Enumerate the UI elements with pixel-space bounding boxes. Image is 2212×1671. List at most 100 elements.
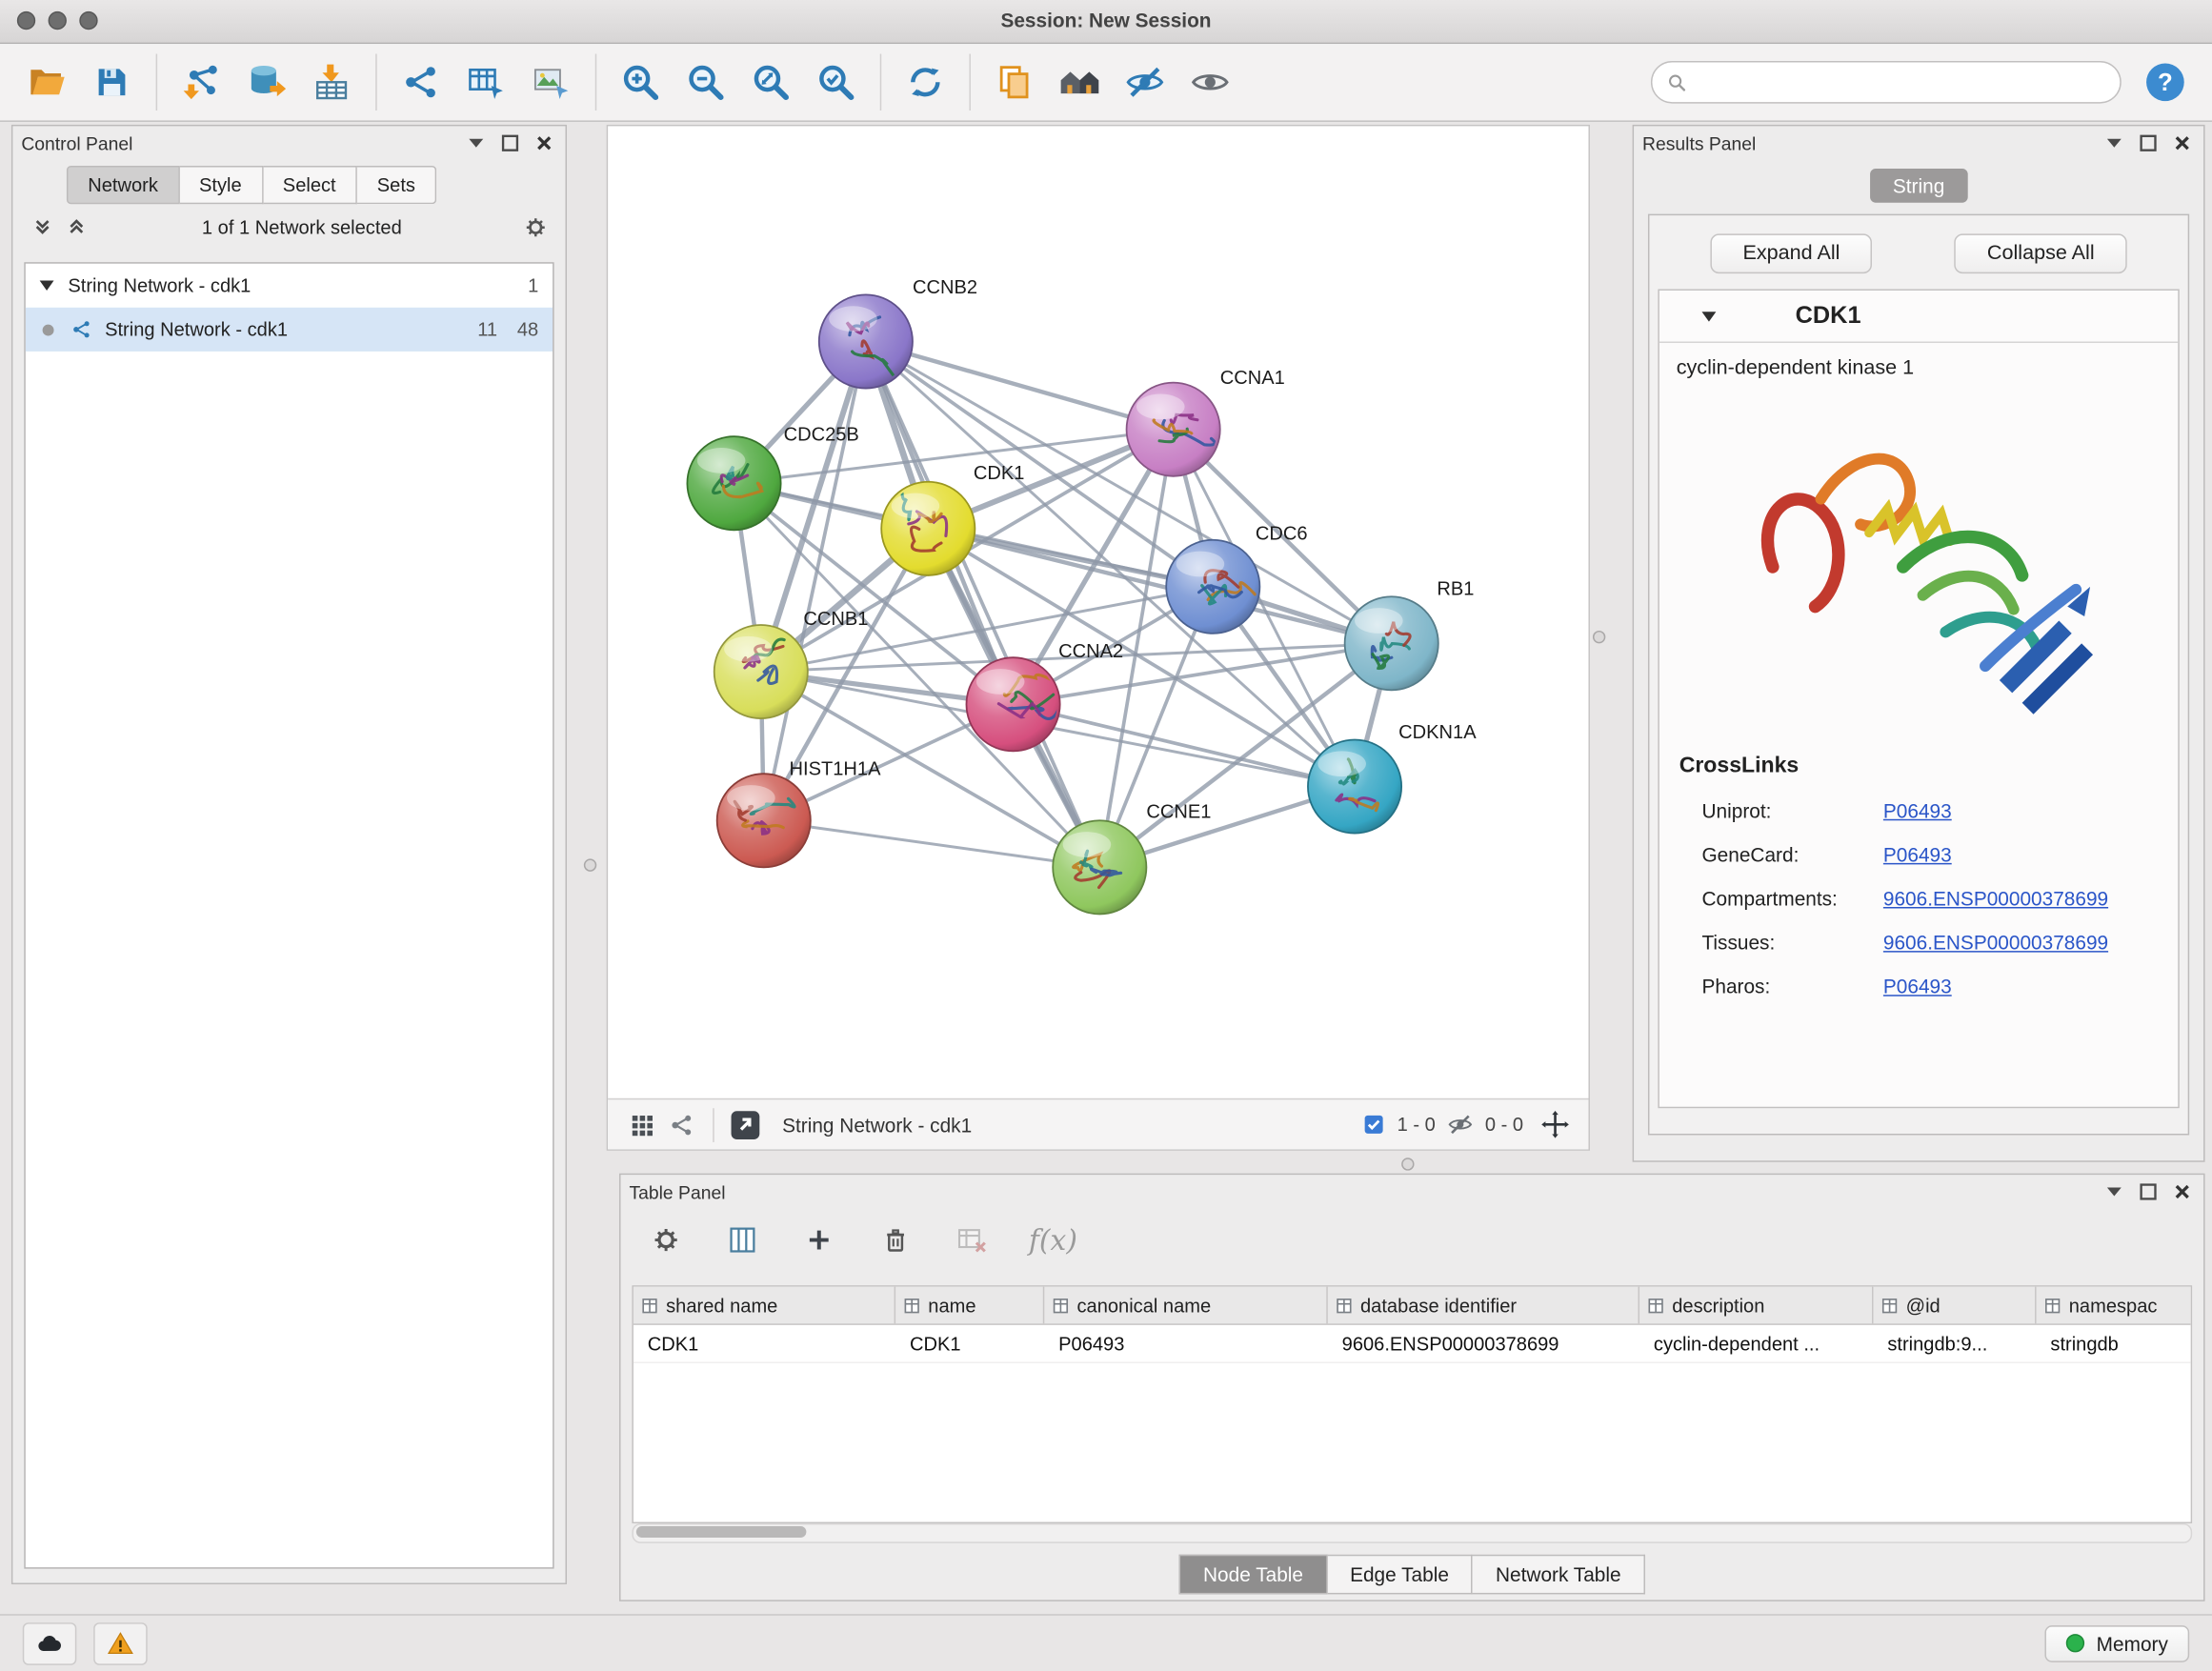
table-row[interactable]: CDK1CDK1P064939606.ENSP00000378699cyclin… (633, 1325, 2191, 1363)
string-network-icon (68, 316, 93, 342)
network-node-ccna1[interactable] (1127, 383, 1220, 476)
tab-edge-table[interactable]: Edge Table (1327, 1555, 1473, 1595)
crosslink-value-link[interactable]: P06493 (1883, 975, 1952, 997)
import-network-database-button[interactable] (233, 50, 298, 114)
zoom-in-button[interactable] (608, 50, 673, 114)
zoom-out-button[interactable] (674, 50, 738, 114)
column-header-namespac[interactable]: namespac (2037, 1287, 2193, 1324)
maximize-panel-icon[interactable] (2136, 131, 2162, 156)
open-session-button[interactable] (14, 50, 79, 114)
float-panel-icon[interactable] (2101, 131, 2127, 156)
help-icon: ? (2142, 59, 2188, 105)
warnings-button[interactable] (93, 1621, 148, 1664)
detach-view-button[interactable] (726, 1105, 766, 1145)
network-from-table-button[interactable] (453, 50, 518, 114)
gear-icon[interactable] (523, 214, 549, 240)
memory-button[interactable]: Memory (2045, 1624, 2189, 1661)
maximize-panel-icon[interactable] (2136, 1179, 2162, 1205)
close-panel-icon[interactable] (2169, 131, 2195, 156)
float-panel-icon[interactable] (2101, 1179, 2127, 1205)
table-horizontal-scrollbar[interactable] (632, 1523, 2192, 1543)
zoom-selected-button[interactable] (803, 50, 868, 114)
new-network-button[interactable] (389, 50, 453, 114)
network-overview-icon[interactable] (662, 1105, 702, 1145)
delete-column-button[interactable] (875, 1220, 915, 1260)
selected-count: 1 - 0 (1398, 1114, 1436, 1135)
crosslink-value-link[interactable]: 9606.ENSP00000378699 (1883, 931, 2108, 954)
collapse-all-icon[interactable] (30, 214, 55, 240)
tab-sets[interactable]: Sets (357, 166, 436, 204)
show-columns-button[interactable] (723, 1220, 763, 1260)
memory-status-dot (2066, 1634, 2084, 1652)
search-field[interactable] (1651, 61, 2122, 104)
toolbar-separator (595, 54, 596, 111)
float-panel-icon[interactable] (463, 131, 489, 156)
expand-all-button[interactable]: Expand All (1710, 233, 1872, 273)
column-label: @id (1906, 1295, 1941, 1316)
column-header-name[interactable]: name (895, 1287, 1044, 1324)
network-node-ccnb1[interactable] (714, 625, 808, 718)
column-header-canonical-name[interactable]: canonical name (1044, 1287, 1328, 1324)
function-builder-button[interactable]: f(x) (1029, 1223, 1077, 1258)
network-row[interactable]: String Network - cdk1 11 48 (26, 308, 553, 352)
network-node-cdc6[interactable] (1166, 540, 1259, 634)
network-node-rb1[interactable] (1345, 596, 1438, 690)
scrollbar-thumb[interactable] (636, 1526, 807, 1538)
crosslink-value-link[interactable]: P06493 (1883, 798, 1952, 821)
gene-entry-header[interactable]: CDK1 (1659, 291, 2178, 343)
create-column-button[interactable] (799, 1220, 839, 1260)
splitter-handle[interactable] (1593, 631, 1605, 643)
show-all-button[interactable] (1177, 50, 1242, 114)
network-collection-row[interactable]: String Network - cdk1 1 (26, 264, 553, 308)
tab-string[interactable]: String (1870, 169, 1967, 203)
collapse-all-button[interactable]: Collapse All (1955, 233, 2127, 273)
column-header-id[interactable]: @id (1873, 1287, 2036, 1324)
refresh-layout-button[interactable] (893, 50, 957, 114)
maximize-panel-icon[interactable] (497, 131, 523, 156)
export-image-button[interactable] (518, 50, 583, 114)
grid-view-icon[interactable] (622, 1105, 662, 1145)
close-panel-icon[interactable] (532, 131, 557, 156)
disclosure-triangle-icon[interactable] (40, 281, 54, 291)
column-header-description[interactable]: description (1639, 1287, 1873, 1324)
network-canvas[interactable]: CCNB2CCNA1CDC25BCDK1CDC6RB1CCNB1CCNA2CDK… (608, 126, 1588, 1097)
import-network-file-button[interactable] (169, 50, 233, 114)
fit-content-button[interactable] (1535, 1105, 1575, 1145)
control-panel: Control Panel NetworkStyleSelectSets 1 o… (11, 125, 567, 1584)
snapshot-button[interactable] (982, 50, 1047, 114)
zoom-fit-button[interactable] (738, 50, 803, 114)
network-node-ccne1[interactable] (1053, 820, 1146, 914)
crosslink-value-link[interactable]: 9606.ENSP00000378699 (1883, 886, 2108, 909)
table-panel-tabs: Node TableEdge TableNetwork Table (621, 1555, 2204, 1595)
cloud-button[interactable] (23, 1621, 77, 1664)
tab-node-table[interactable]: Node Table (1179, 1555, 1328, 1595)
expand-all-icon[interactable] (64, 214, 90, 240)
splitter-handle[interactable] (1401, 1158, 1414, 1170)
crosslink-label: Compartments: (1701, 886, 1882, 909)
save-session-button[interactable] (79, 50, 144, 114)
table-settings-button[interactable] (646, 1220, 686, 1260)
column-header-shared-name[interactable]: shared name (633, 1287, 895, 1324)
disclosure-triangle-icon[interactable] (1701, 312, 1716, 321)
hide-selected-button[interactable] (1113, 50, 1177, 114)
splitter-handle[interactable] (584, 858, 596, 871)
search-input[interactable] (1697, 70, 2106, 94)
zoom-fit-icon (750, 61, 793, 104)
help-button[interactable]: ? (2133, 50, 2198, 114)
network-node-ccnb2[interactable] (819, 294, 913, 388)
crosslink-value-link[interactable]: P06493 (1883, 842, 1952, 865)
tab-style[interactable]: Style (179, 166, 263, 204)
network-node-cdc25b[interactable] (687, 436, 780, 530)
close-panel-icon[interactable] (2169, 1179, 2195, 1205)
tab-select[interactable]: Select (263, 166, 357, 204)
home-button[interactable] (1047, 50, 1112, 114)
network-status-dot (43, 324, 54, 335)
column-header-database-identifier[interactable]: database identifier (1328, 1287, 1639, 1324)
network-node-ccna2[interactable] (966, 657, 1059, 751)
tab-network-table[interactable]: Network Table (1473, 1555, 1645, 1595)
network-node-hist1h1a[interactable] (717, 774, 811, 867)
import-table-button[interactable] (299, 50, 364, 114)
network-node-cdkn1a[interactable] (1308, 739, 1401, 833)
network-node-cdk1[interactable] (881, 482, 975, 575)
tab-network[interactable]: Network (67, 166, 179, 204)
